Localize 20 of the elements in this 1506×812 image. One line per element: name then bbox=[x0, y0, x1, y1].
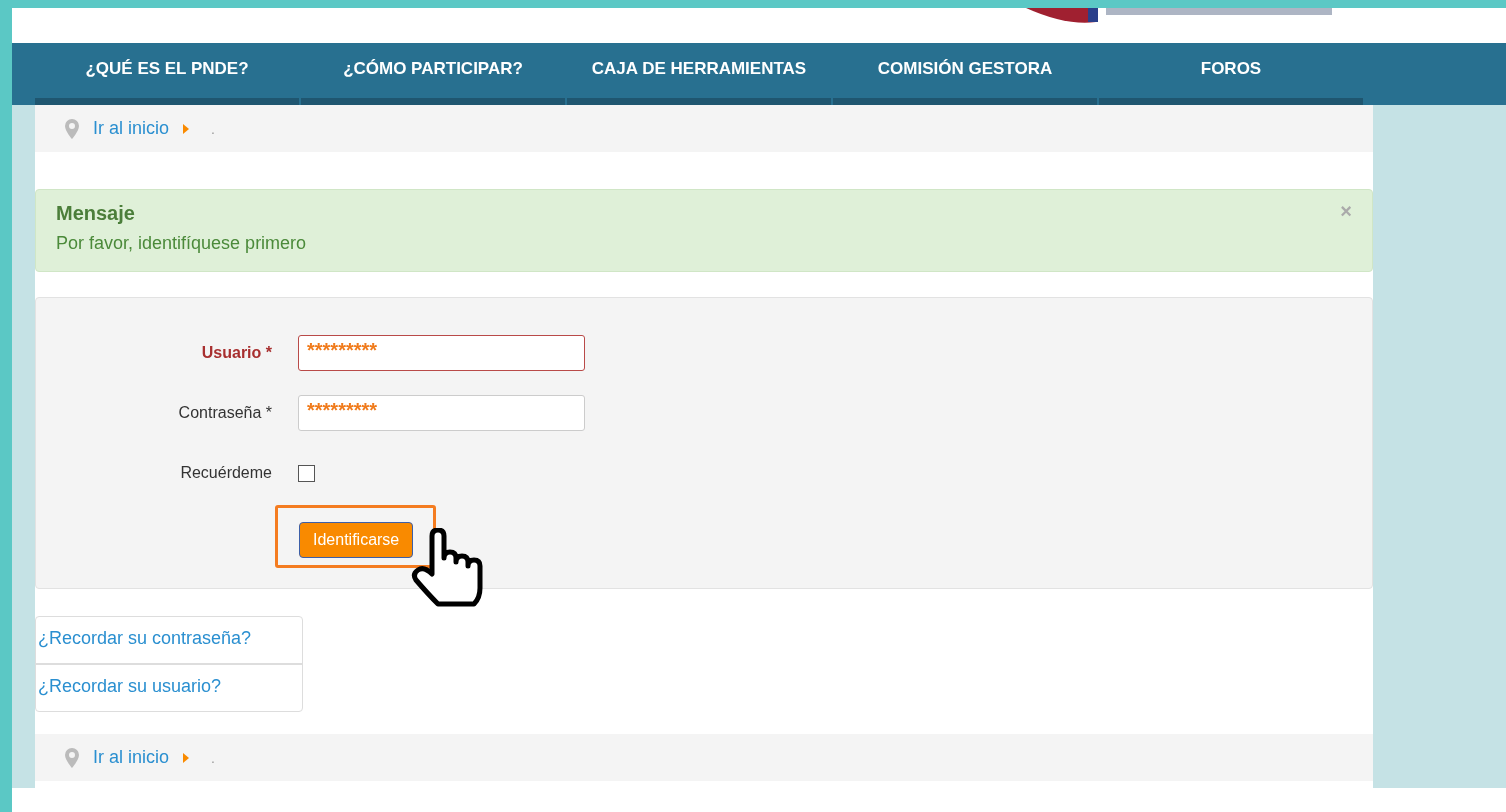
input-field[interactable]: ********* bbox=[298, 395, 585, 431]
field-label: Recuérdeme bbox=[179, 464, 273, 482]
breadcrumb-current: . bbox=[211, 120, 215, 137]
login-button[interactable]: Identificarse bbox=[299, 522, 414, 558]
home-link[interactable]: Ir al inicio bbox=[93, 747, 170, 768]
map-pin-icon bbox=[65, 747, 79, 768]
close-button[interactable]: × bbox=[1340, 200, 1352, 223]
breadcrumb-current: . bbox=[211, 749, 215, 766]
checkbox[interactable] bbox=[298, 464, 315, 482]
input-field[interactable]: ********* bbox=[298, 335, 585, 371]
message-text: Por favor, identifíquese primero bbox=[56, 233, 307, 254]
list-link[interactable]: ¿Recordar su usuario? bbox=[36, 665, 302, 711]
map-pin-icon bbox=[65, 118, 79, 139]
home-link[interactable]: Ir al inicio bbox=[93, 118, 170, 139]
field-label: Contraseña * bbox=[177, 404, 273, 422]
field-label: Usuario * bbox=[200, 344, 273, 362]
list-link[interactable]: ¿Recordar su contraseña? bbox=[36, 617, 302, 665]
caret-icon bbox=[183, 752, 190, 763]
message-title: Mensaje bbox=[56, 202, 135, 225]
caret-icon bbox=[183, 123, 190, 134]
